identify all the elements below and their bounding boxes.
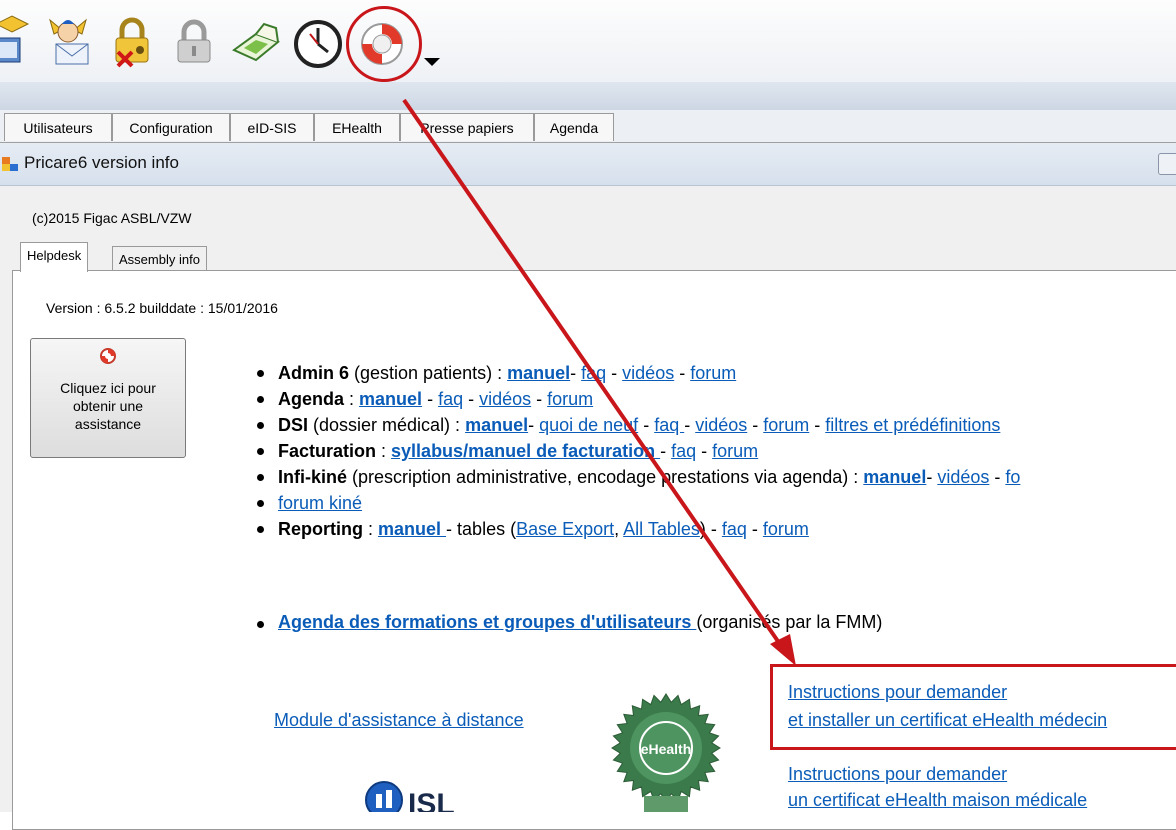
- window-title: Pricare6 version info: [24, 153, 179, 172]
- ehealth-seal-icon[interactable]: eHealth: [608, 690, 724, 812]
- topic-desc: (dossier médical) :: [308, 415, 466, 435]
- topic-name: DSI: [278, 415, 309, 435]
- topic-desc: :: [376, 441, 392, 461]
- link-instructions-medecin-line2[interactable]: et installer un certificat eHealth médec…: [788, 708, 1107, 732]
- ehealth-seal-text: eHealth: [641, 741, 692, 757]
- agenda-envelope-icon[interactable]: [0, 12, 38, 70]
- assist-button-label: Cliquez ici pour obtenir une assistance: [60, 380, 156, 432]
- tab-presse-papiers[interactable]: Presse papiers: [400, 113, 534, 141]
- link-instructions-maison-line1[interactable]: Instructions pour demander: [788, 762, 1007, 786]
- link-all-tables[interactable]: All Tables: [623, 519, 700, 539]
- remote-assistance-button[interactable]: Cliquez ici pour obtenir une assistance: [30, 338, 186, 458]
- link-agenda-formations[interactable]: Agenda des formations et groupes d'utili…: [278, 612, 696, 632]
- topic-name: Facturation: [278, 441, 377, 461]
- tab-configuration[interactable]: Configuration: [112, 113, 230, 141]
- agenda-formations-suffix: (organisés par la FMM): [696, 612, 883, 632]
- tab-assembly-info[interactable]: Assembly info: [112, 246, 207, 272]
- tab-ehealth[interactable]: EHealth: [314, 113, 400, 141]
- window-close-button[interactable]: [1158, 153, 1176, 175]
- topic-agenda-formations: Agenda des formations et groupes d'utili…: [252, 612, 882, 633]
- toolbar-band: [0, 82, 1176, 111]
- link-instructions-medecin-line1[interactable]: Instructions pour demander: [788, 680, 1007, 704]
- link-forum[interactable]: forum: [763, 519, 809, 539]
- link-forum[interactable]: forum: [690, 363, 736, 383]
- toolbar: [0, 0, 1176, 83]
- link-videos[interactable]: vidéos: [622, 363, 674, 383]
- link-syllabus[interactable]: syllabus/manuel de facturation: [391, 441, 660, 461]
- clock-icon[interactable]: [290, 12, 346, 70]
- topic-reporting: Reporting : manuel - tables (Base Export…: [252, 516, 1176, 542]
- link-forum[interactable]: forum: [712, 441, 758, 461]
- link-forum[interactable]: forum: [547, 389, 593, 409]
- card-reader-icon[interactable]: [228, 12, 284, 70]
- app-window-icon: [2, 157, 18, 171]
- link-manuel[interactable]: manuel: [507, 363, 570, 383]
- topic-desc: (gestion patients) :: [349, 363, 508, 383]
- tab-helpdesk[interactable]: Helpdesk: [20, 242, 89, 272]
- topic-agenda: Agenda : manuel - faq - vidéos - forum: [252, 386, 1176, 412]
- topic-dsi: DSI (dossier médical) : manuel- quoi de …: [252, 412, 1176, 438]
- link-faq[interactable]: faq: [654, 415, 684, 435]
- link-base-export[interactable]: Base Export: [516, 519, 614, 539]
- link-manuel[interactable]: manuel: [863, 467, 926, 487]
- annotation-box: [770, 664, 1176, 750]
- link-filtres[interactable]: filtres et prédéfinitions: [825, 415, 1000, 435]
- link-videos[interactable]: vidéos: [937, 467, 989, 487]
- copyright-label: (c)2015 Figac ASBL/VZW: [32, 210, 192, 226]
- topic-facturation: Facturation : syllabus/manuel de factura…: [252, 438, 1176, 464]
- topic-admin: Admin 6 (gestion patients) : manuel- faq…: [252, 360, 1176, 386]
- link-faq[interactable]: faq: [722, 519, 747, 539]
- topic-desc: :: [344, 389, 360, 409]
- annotation-circle: [346, 6, 422, 82]
- link-manuel[interactable]: manuel: [359, 389, 422, 409]
- main-tab-strip: Utilisateurs Configuration eID-SIS EHeal…: [0, 110, 1176, 143]
- user-mail-icon[interactable]: [40, 12, 96, 70]
- topic-name: Reporting: [278, 519, 363, 539]
- isl-logo[interactable]: ISL: [362, 770, 482, 812]
- lifebuoy-icon: [100, 348, 116, 364]
- link-forum-kine[interactable]: forum kiné: [278, 493, 362, 513]
- dropdown-arrow-icon[interactable]: [424, 58, 440, 66]
- link-faq[interactable]: faq: [438, 389, 463, 409]
- link-videos[interactable]: vidéos: [479, 389, 531, 409]
- topic-name: Agenda: [278, 389, 345, 409]
- tab-utilisateurs[interactable]: Utilisateurs: [4, 113, 112, 141]
- topic-name: Infi-kiné: [278, 467, 348, 487]
- tables-label: - tables (: [446, 519, 517, 539]
- link-module-assistance[interactable]: Module d'assistance à distance: [274, 710, 524, 731]
- link-faq[interactable]: faq: [671, 441, 696, 461]
- tab-eid-sis[interactable]: eID-SIS: [230, 113, 314, 141]
- link-instructions-maison-line2[interactable]: un certificat eHealth maison médicale: [788, 788, 1087, 812]
- window-titlebar: Pricare6 version info: [0, 143, 1176, 186]
- link-quoi-de-neuf[interactable]: quoi de neuf: [539, 415, 638, 435]
- topic-name: Admin 6: [278, 363, 350, 383]
- link-faq[interactable]: faq: [581, 363, 606, 383]
- version-label: Version : 6.5.2 builddate : 15/01/2016: [46, 300, 278, 316]
- lock-key-icon[interactable]: [104, 12, 160, 70]
- topic-infi-kine: Infi-kiné (prescription administrative, …: [252, 464, 1176, 490]
- topics-list: Admin 6 (gestion patients) : manuel- faq…: [252, 360, 1176, 542]
- isl-logo-text: ISL: [408, 788, 455, 812]
- link-forum[interactable]: forum: [763, 415, 809, 435]
- padlock-icon[interactable]: [166, 12, 222, 70]
- link-videos[interactable]: vidéos: [695, 415, 747, 435]
- topic-desc: (prescription administrative, encodage p…: [347, 467, 864, 487]
- topic-infi-kine-cont: forum kiné: [252, 490, 1176, 516]
- link-manuel[interactable]: manuel: [465, 415, 528, 435]
- topic-desc: :: [363, 519, 379, 539]
- link-forum[interactable]: fo: [1005, 467, 1020, 487]
- tab-agenda[interactable]: Agenda: [534, 113, 614, 141]
- link-manuel[interactable]: manuel: [378, 519, 446, 539]
